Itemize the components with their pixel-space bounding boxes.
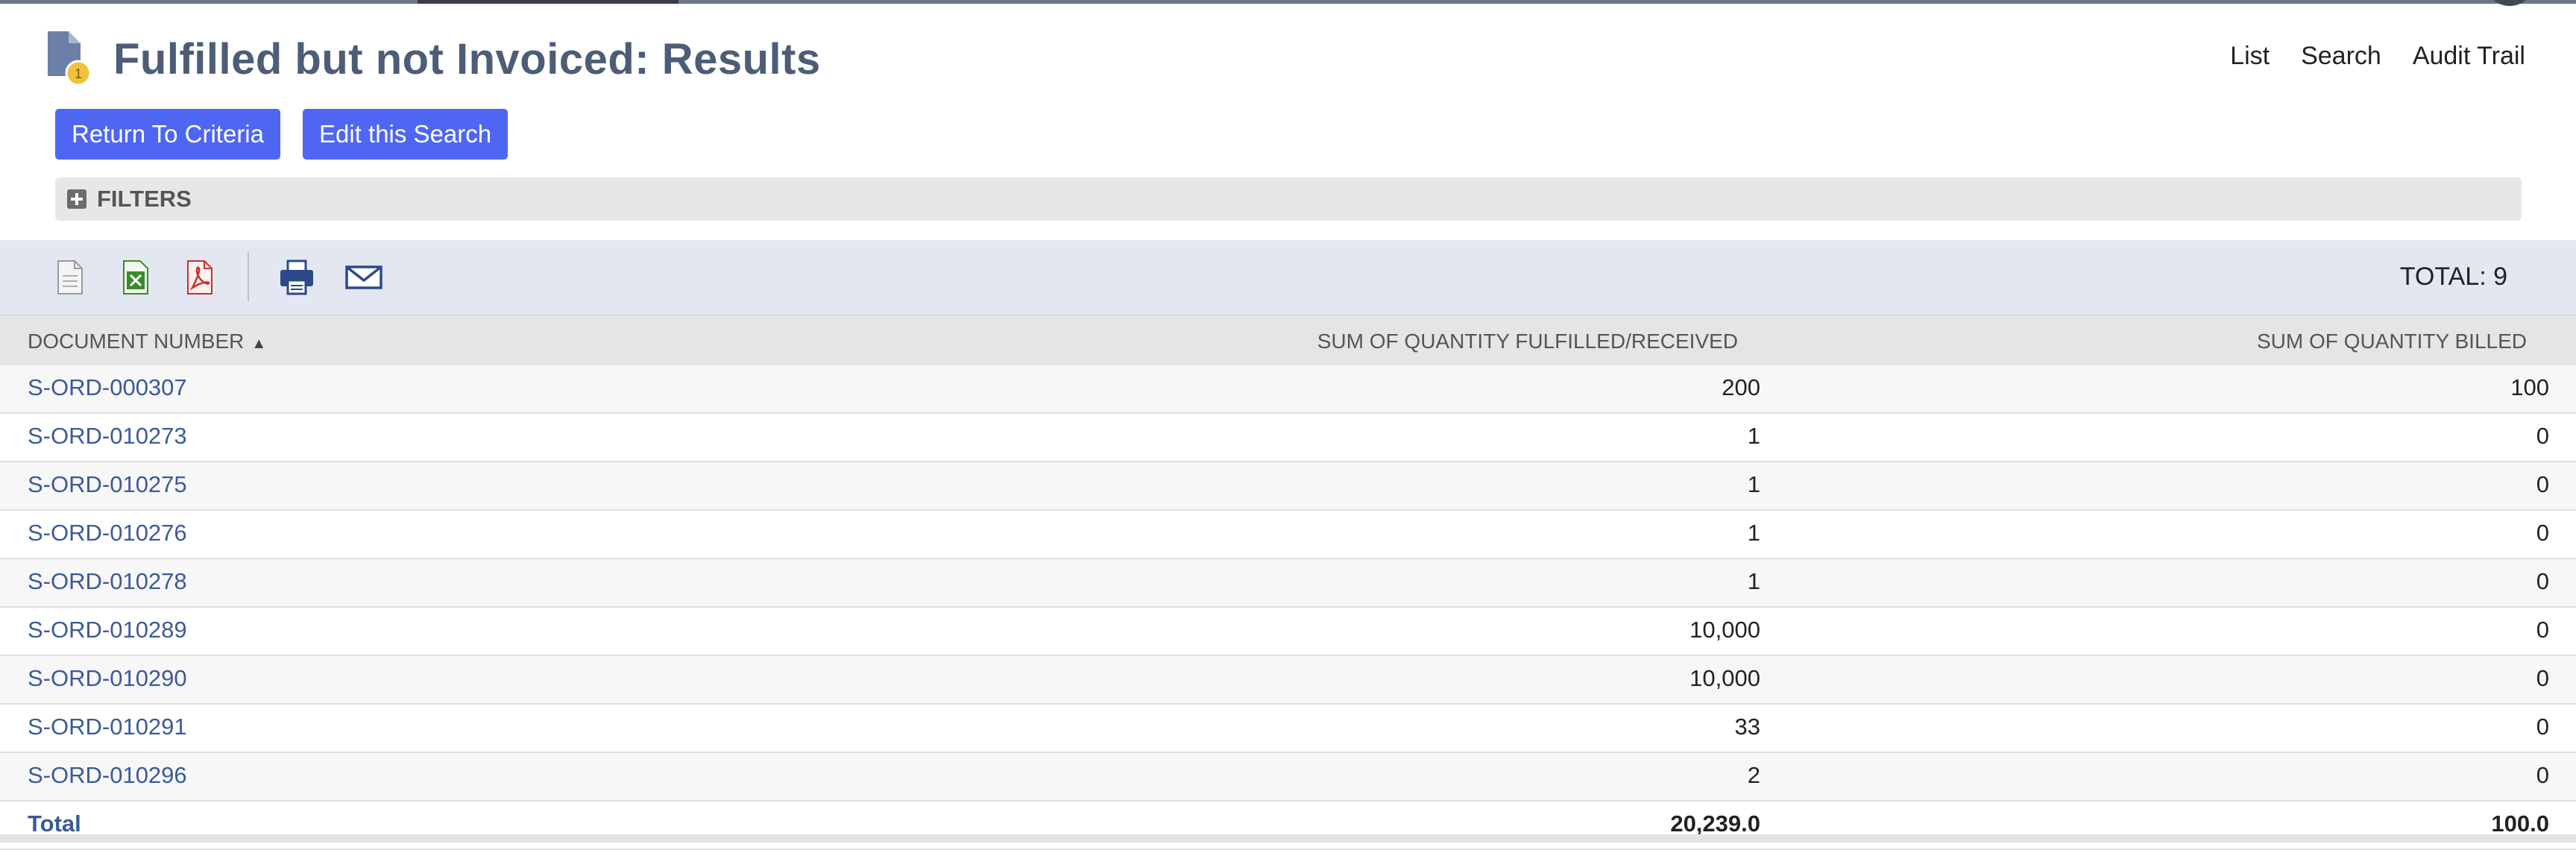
quantity-billed-cell: 0 xyxy=(2536,423,2549,449)
document-number-link[interactable]: S-ORD-010296 xyxy=(28,762,187,789)
results-table-body: S-ORD-000307 200 100 S-ORD-010273 1 0 S-… xyxy=(0,365,2576,850)
filters-label: FILTERS xyxy=(97,186,192,212)
document-number-link[interactable]: S-ORD-010291 xyxy=(28,714,187,740)
table-row: S-ORD-010276 1 0 xyxy=(0,511,2576,559)
column-header-document-number[interactable]: DOCUMENT NUMBER ▲ xyxy=(28,330,266,353)
quantity-fulfilled-cell: 1 xyxy=(1747,471,1760,497)
quantity-fulfilled-cell: 200 xyxy=(1722,374,1760,400)
export-csv-icon[interactable] xyxy=(49,256,91,298)
email-icon[interactable] xyxy=(343,256,385,298)
table-footer-bar xyxy=(0,834,2576,843)
column-header-quantity-billed[interactable]: SUM OF QUANTITY BILLED xyxy=(2257,330,2527,353)
action-buttons: Return To Criteria Edit this Search xyxy=(55,109,508,160)
quantity-fulfilled-cell: 10,000 xyxy=(1689,617,1760,643)
quantity-fulfilled-cell: 2 xyxy=(1747,762,1760,788)
results-total-count: TOTAL: 9 xyxy=(2399,262,2507,291)
document-number-link[interactable]: S-ORD-010276 xyxy=(28,520,187,547)
quantity-billed-cell: 100 xyxy=(2510,374,2549,400)
document-number-link[interactable]: S-ORD-010273 xyxy=(28,423,187,450)
print-icon[interactable] xyxy=(276,256,318,298)
document-number-link[interactable]: S-ORD-010278 xyxy=(28,568,187,595)
return-to-criteria-button[interactable]: Return To Criteria xyxy=(55,109,280,160)
quantity-billed-cell: 0 xyxy=(2536,471,2549,497)
table-row: S-ORD-010290 10,000 0 xyxy=(0,656,2576,705)
table-row: S-ORD-010273 1 0 xyxy=(0,414,2576,462)
quantity-billed-cell: 0 xyxy=(2536,762,2549,788)
document-number-link[interactable]: S-ORD-010290 xyxy=(28,665,187,692)
page-header: 1 Fulfilled but not Invoiced: Results xyxy=(43,27,821,91)
document-number-link[interactable]: S-ORD-010289 xyxy=(28,617,187,643)
total-quantity-billed: 100.0 xyxy=(2491,810,2549,837)
quantity-fulfilled-cell: 33 xyxy=(1734,714,1760,740)
quantity-billed-cell: 0 xyxy=(2536,665,2549,691)
results-toolbar: TOTAL: 9 xyxy=(0,240,2576,315)
list-link[interactable]: List xyxy=(2230,42,2270,71)
quantity-billed-cell: 0 xyxy=(2536,568,2549,594)
quantity-billed-cell: 0 xyxy=(2536,714,2549,740)
quantity-fulfilled-cell: 10,000 xyxy=(1689,665,1760,691)
quantity-billed-cell: 0 xyxy=(2536,617,2549,643)
quantity-fulfilled-cell: 1 xyxy=(1747,520,1760,546)
toolbar-divider xyxy=(248,252,249,301)
table-row: S-ORD-010291 33 0 xyxy=(0,705,2576,753)
column-header-quantity-fulfilled[interactable]: SUM OF QUANTITY FULFILLED/RECEIVED xyxy=(1317,330,1738,353)
table-header: DOCUMENT NUMBER ▲ SUM OF QUANTITY FULFILL… xyxy=(0,315,2576,366)
total-label: Total xyxy=(28,810,81,837)
page-title: Fulfilled but not Invoiced: Results xyxy=(113,34,821,84)
search-link[interactable]: Search xyxy=(2301,42,2381,71)
table-row: S-ORD-010296 2 0 xyxy=(0,753,2576,802)
total-quantity-fulfilled: 20,239.0 xyxy=(1670,810,1760,837)
quantity-billed-cell: 0 xyxy=(2536,520,2549,546)
quantity-fulfilled-cell: 1 xyxy=(1747,568,1760,594)
table-row: S-ORD-010275 1 0 xyxy=(0,462,2576,511)
table-row: S-ORD-010289 10,000 0 xyxy=(0,608,2576,656)
table-total-row: Total 20,239.0 100.0 xyxy=(0,802,2576,850)
column-header-label: DOCUMENT NUMBER xyxy=(28,330,245,353)
table-row: S-ORD-010278 1 0 xyxy=(0,559,2576,608)
saved-search-icon: 1 xyxy=(43,30,97,88)
quantity-fulfilled-cell: 1 xyxy=(1747,423,1760,449)
document-number-link[interactable]: S-ORD-000307 xyxy=(28,374,187,401)
table-row: S-ORD-000307 200 100 xyxy=(0,365,2576,414)
sort-ascending-icon: ▲ xyxy=(251,336,267,352)
audit-trail-link[interactable]: Audit Trail xyxy=(2413,42,2525,71)
export-excel-icon[interactable] xyxy=(115,256,157,298)
svg-text:1: 1 xyxy=(75,66,82,81)
export-pdf-icon[interactable] xyxy=(179,256,221,298)
document-number-link[interactable]: S-ORD-010275 xyxy=(28,471,187,498)
filters-panel[interactable]: FILTERS xyxy=(55,177,2522,221)
top-nav-links: List Search Audit Trail xyxy=(2230,42,2525,71)
expand-plus-icon[interactable] xyxy=(67,189,86,209)
top-accent-bar xyxy=(0,0,2576,4)
edit-search-button[interactable]: Edit this Search xyxy=(303,109,508,160)
active-nav-tab-indicator xyxy=(418,0,678,4)
